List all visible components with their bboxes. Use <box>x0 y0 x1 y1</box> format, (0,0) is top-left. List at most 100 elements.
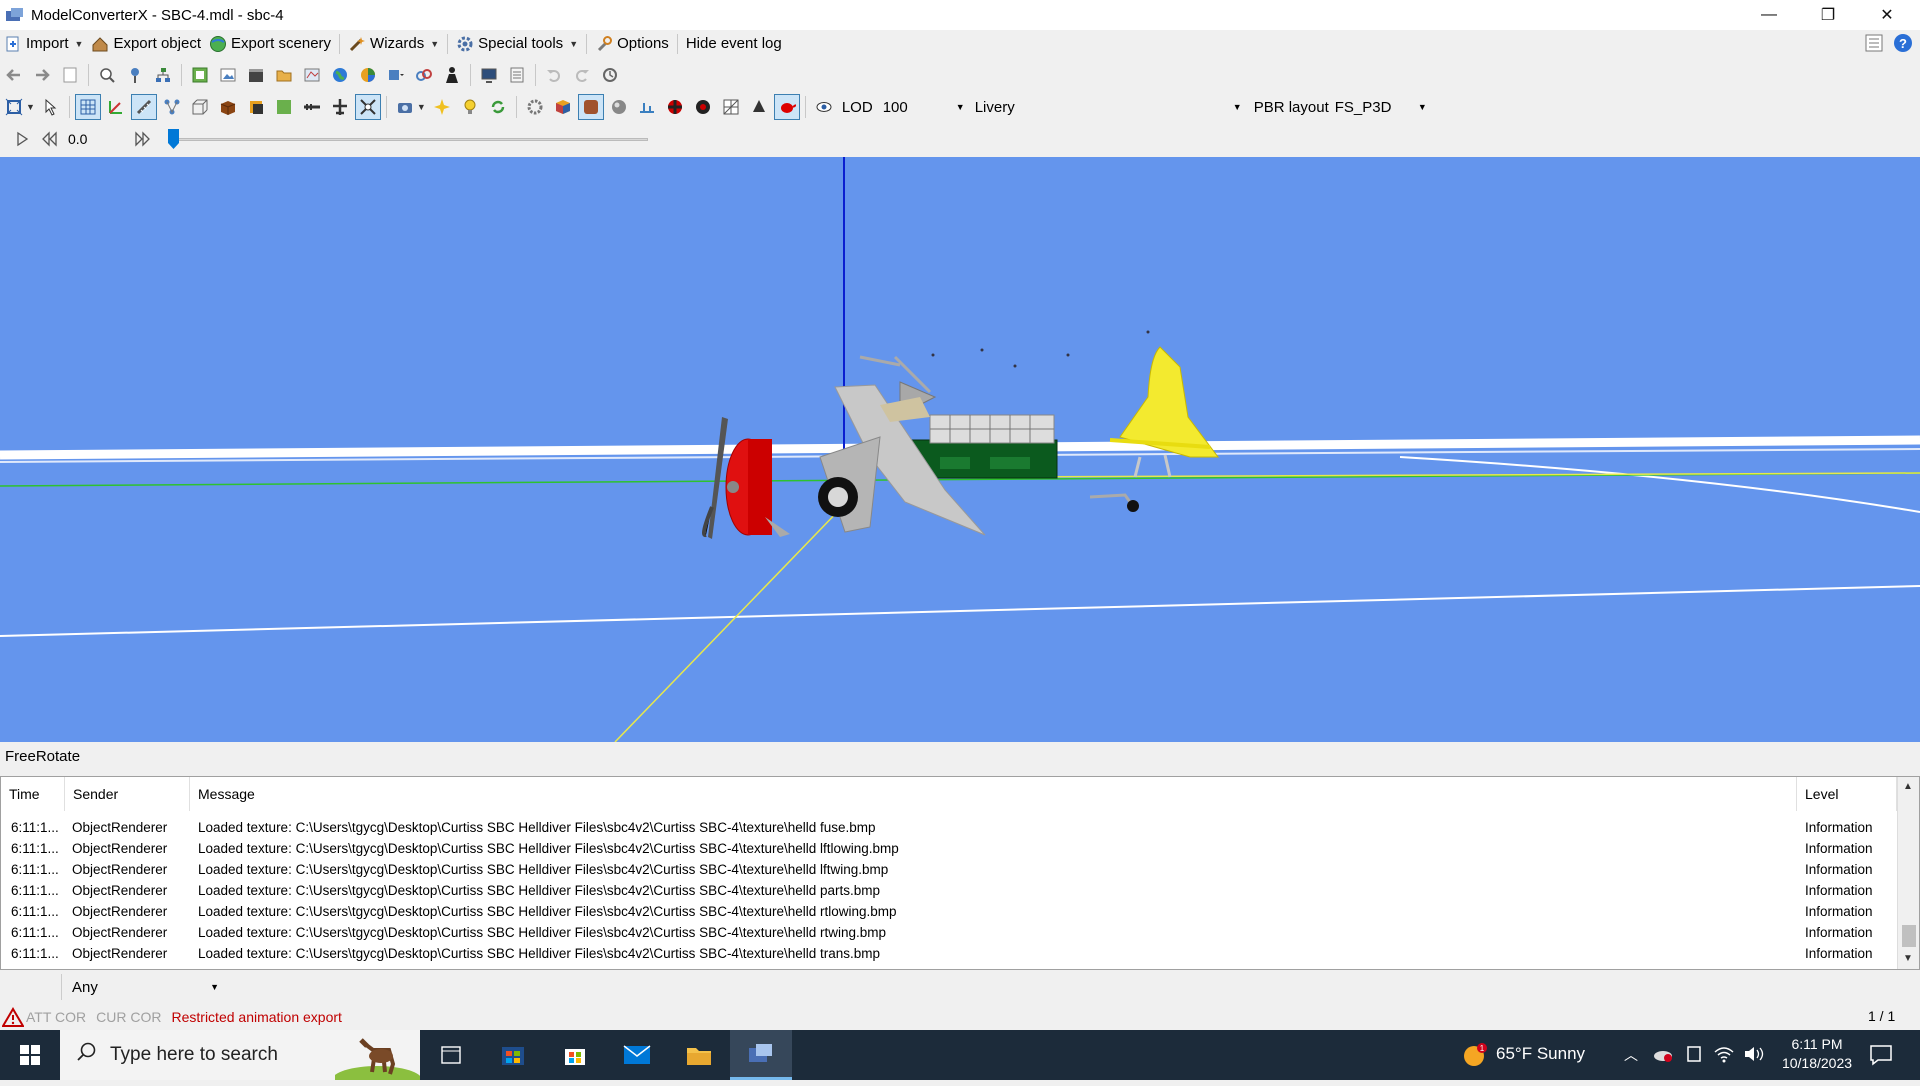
livery-select[interactable]: ▼ <box>1021 95 1246 119</box>
fast-forward-icon[interactable] <box>130 127 154 151</box>
slider-thumb[interactable] <box>168 129 179 149</box>
notification-icon[interactable] <box>1868 1043 1894 1067</box>
device-icon[interactable] <box>1685 1044 1703 1064</box>
export-object-button[interactable]: Export object <box>87 32 205 56</box>
hide-event-log-button[interactable]: Hide event log <box>682 32 786 56</box>
special-tools-button[interactable]: Special tools ▼ <box>452 32 582 56</box>
eye-icon[interactable] <box>812 95 836 119</box>
show-hidden-icons-icon[interactable]: ︿ <box>1624 1045 1638 1065</box>
import-button[interactable]: Import ▼ <box>0 32 87 56</box>
wifi-icon[interactable] <box>1713 1044 1735 1064</box>
animation-slider[interactable] <box>168 127 648 151</box>
attach-points-icon[interactable] <box>354 94 381 120</box>
help-icon[interactable]: ? <box>1893 33 1913 53</box>
pbr-layout-select[interactable]: FS_P3D ▼ <box>1331 95 1431 119</box>
column-header-time[interactable]: Time <box>1 777 65 811</box>
texture-icon[interactable] <box>188 63 212 87</box>
column-header-message[interactable]: Message <box>190 777 1797 811</box>
airplane-icon[interactable] <box>328 95 352 119</box>
taskbar-search-box[interactable]: Type here to search <box>60 1030 422 1086</box>
normals-icon[interactable] <box>635 95 659 119</box>
undo-icon[interactable] <box>542 63 566 87</box>
table-row[interactable]: 6:11:1... ObjectRenderer Loaded texture:… <box>1 859 1896 880</box>
file-explorer-app-icon[interactable] <box>668 1030 730 1080</box>
level-filter-select[interactable]: Any ▼ <box>68 975 223 999</box>
scroll-thumb[interactable] <box>1902 925 1916 947</box>
restricted-animation-warning[interactable]: Restricted animation export <box>172 1009 342 1025</box>
person-icon[interactable] <box>440 63 464 87</box>
document-icon[interactable] <box>58 63 82 87</box>
scroll-up-icon[interactable]: ▲ <box>1903 781 1913 792</box>
recycle-icon[interactable] <box>486 95 510 119</box>
table-row[interactable]: 6:11:1... ObjectRenderer Loaded texture:… <box>1 943 1896 964</box>
weather-sun-icon[interactable]: 1 <box>1462 1042 1488 1068</box>
folder-icon[interactable] <box>272 63 296 87</box>
wireframe-icon[interactable] <box>188 95 212 119</box>
store-app-icon[interactable] <box>544 1030 606 1080</box>
play-icon[interactable] <box>10 127 34 151</box>
import-dropdown-icon[interactable]: ▼ <box>75 39 84 49</box>
volume-icon[interactable] <box>1743 1044 1765 1064</box>
forward-icon[interactable] <box>30 63 54 87</box>
ground-icon[interactable] <box>272 95 296 119</box>
close-button[interactable]: ✕ <box>1858 0 1916 30</box>
zoom-extents-icon[interactable] <box>2 95 26 119</box>
rewind-icon[interactable] <box>38 127 62 151</box>
windows-start-icon[interactable] <box>0 1030 60 1080</box>
clapper-icon[interactable] <box>244 63 268 87</box>
network-icon[interactable] <box>160 95 184 119</box>
lightbulb-icon[interactable] <box>458 95 482 119</box>
select-arrow-icon[interactable] <box>39 95 63 119</box>
map-icon[interactable] <box>300 63 324 87</box>
box-icon[interactable] <box>216 95 240 119</box>
export-dropdown-icon[interactable] <box>384 63 408 87</box>
event-log-table[interactable]: Time Sender Message Level 6:11:1... Obje… <box>0 776 1920 970</box>
export-scenery-button[interactable]: Export scenery <box>205 32 335 56</box>
cube-icon[interactable] <box>551 95 575 119</box>
minimize-button[interactable]: — <box>1740 0 1798 30</box>
modelconverterx-app-icon[interactable] <box>730 1030 792 1080</box>
file-manager-app-icon[interactable] <box>482 1030 544 1080</box>
layout-icon[interactable] <box>1864 33 1884 53</box>
camera-dropdown-icon[interactable]: ▼ <box>417 102 426 112</box>
checker-ball-2-icon[interactable] <box>691 95 715 119</box>
effects-icon[interactable] <box>430 95 454 119</box>
checker-ball-icon[interactable] <box>663 95 687 119</box>
earth-icon[interactable] <box>328 63 352 87</box>
image-icon[interactable] <box>216 63 240 87</box>
table-row[interactable]: 6:11:1... ObjectRenderer Loaded texture:… <box>1 922 1896 943</box>
back-icon[interactable] <box>2 63 26 87</box>
table-row[interactable]: 6:11:1... ObjectRenderer Loaded texture:… <box>1 838 1896 859</box>
shadow-icon[interactable] <box>747 95 771 119</box>
mail-app-icon[interactable] <box>606 1030 668 1080</box>
pie-icon[interactable] <box>356 63 380 87</box>
zoom-icon[interactable] <box>95 63 119 87</box>
table-row[interactable]: 6:11:1... ObjectRenderer Loaded texture:… <box>1 817 1896 838</box>
log-scrollbar[interactable]: ▲ ▼ <box>1897 777 1919 969</box>
properties-icon[interactable] <box>505 63 529 87</box>
measure-icon[interactable] <box>130 94 157 120</box>
special-tools-dropdown-icon[interactable]: ▼ <box>569 39 578 49</box>
onedrive-icon[interactable] <box>1652 1044 1674 1064</box>
material-icon[interactable] <box>577 94 604 120</box>
grid-icon[interactable] <box>74 94 101 120</box>
monitor-icon[interactable] <box>477 63 501 87</box>
shaded-icon[interactable] <box>244 95 268 119</box>
wizards-button[interactable]: Wizards ▼ <box>344 32 443 56</box>
axes-icon[interactable] <box>104 95 128 119</box>
teapot-icon[interactable] <box>773 94 800 120</box>
link-icon[interactable] <box>412 63 436 87</box>
pin-icon[interactable] <box>123 63 147 87</box>
lod-select[interactable]: 100 ▼ <box>879 95 969 119</box>
settings-cog-icon[interactable] <box>523 95 547 119</box>
sphere-icon[interactable] <box>607 95 631 119</box>
restore-button[interactable]: ❐ <box>1799 0 1857 30</box>
options-button[interactable]: Options <box>591 32 673 56</box>
column-header-sender[interactable]: Sender <box>65 777 190 811</box>
zoom-extents-dropdown-icon[interactable]: ▼ <box>26 102 35 112</box>
uv-grid-icon[interactable] <box>719 95 743 119</box>
wizards-dropdown-icon[interactable]: ▼ <box>430 39 439 49</box>
refresh-icon[interactable] <box>598 63 622 87</box>
table-row[interactable]: 6:11:1... ObjectRenderer Loaded texture:… <box>1 880 1896 901</box>
hierarchy-icon[interactable] <box>151 63 175 87</box>
